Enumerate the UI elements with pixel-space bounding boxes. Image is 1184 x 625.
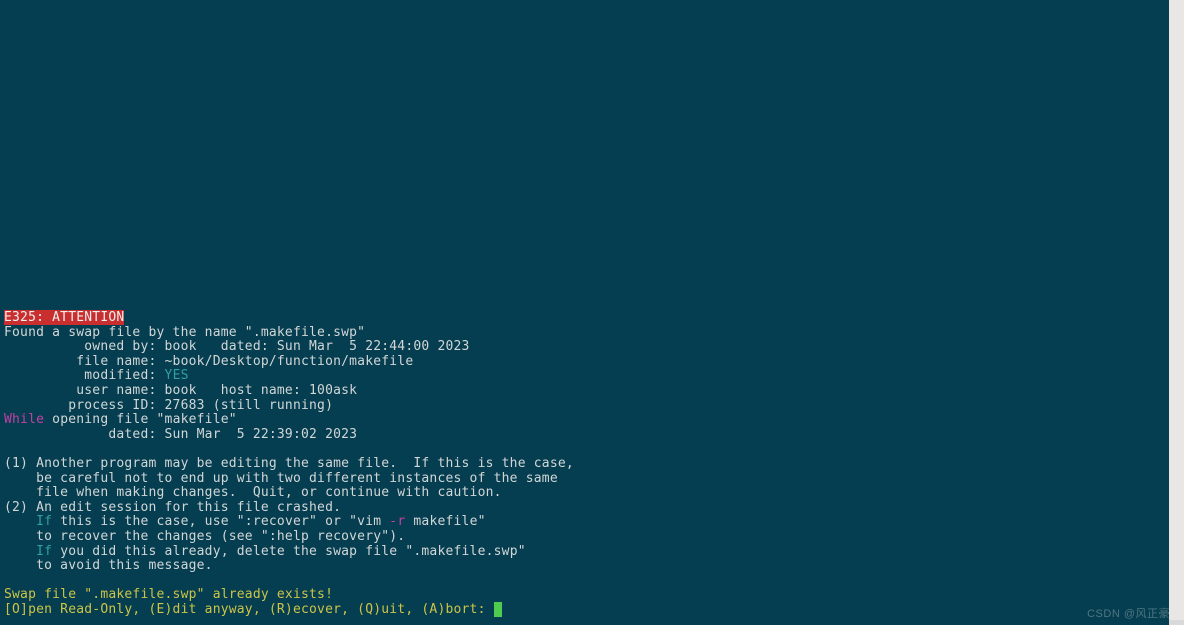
advice-2-indent xyxy=(4,514,36,529)
terminal-cursor xyxy=(494,602,502,617)
scrollbar-thumb[interactable] xyxy=(1169,0,1184,620)
terminal[interactable]: E325: ATTENTION Found a swap file by the… xyxy=(0,0,1169,625)
advice-2-line-4a: you did this already, delete the swap fi… xyxy=(52,544,526,559)
vim-swap-warning: E325: ATTENTION Found a swap file by the… xyxy=(4,311,574,617)
attention-header: E325: ATTENTION xyxy=(4,310,124,325)
advice-1-line-3: file when making changes. Quit, or conti… xyxy=(4,485,502,500)
advice-2-line-2a: this is the case, use ":recover" or "vim xyxy=(52,514,389,529)
if-keyword-1: If xyxy=(36,514,52,529)
advice-1-line-1: (1) Another program may be editing the s… xyxy=(4,456,574,471)
modified-value: YES xyxy=(165,368,189,383)
swap-exists-line: Swap file ".makefile.swp" already exists… xyxy=(4,587,333,602)
advice-2-indent-2 xyxy=(4,544,36,559)
user-host-line: user name: book host name: 100ask xyxy=(4,383,357,398)
watermark-text: CSDN @风正豪 xyxy=(1087,605,1170,621)
scrollbar-track[interactable] xyxy=(1169,0,1184,620)
while-keyword: While xyxy=(4,412,44,427)
screen: E325: ATTENTION Found a swap file by the… xyxy=(0,0,1184,625)
while-rest: opening file "makefile" xyxy=(44,412,237,427)
found-swap-line: Found a swap file by the name ".makefile… xyxy=(4,325,365,340)
advice-1-line-2: be careful not to end up with two differ… xyxy=(4,471,558,486)
dated-line: dated: Sun Mar 5 22:39:02 2023 xyxy=(4,427,357,442)
advice-2-line-2b: makefile" xyxy=(405,514,485,529)
owned-by-line: owned by: book dated: Sun Mar 5 22:44:00… xyxy=(4,339,470,354)
vim-r-flag: -r xyxy=(389,514,405,529)
action-prompt[interactable]: [O]pen Read-Only, (E)dit anyway, (R)ecov… xyxy=(4,602,494,617)
if-keyword-2: If xyxy=(36,544,52,559)
advice-2-line-1: (2) An edit session for this file crashe… xyxy=(4,500,341,515)
advice-2-line-5: to avoid this message. xyxy=(4,558,213,573)
process-id-line: process ID: 27683 (still running) xyxy=(4,398,333,413)
scrollbar-corner xyxy=(1169,620,1184,625)
modified-label: modified: xyxy=(4,368,165,383)
file-name-line: file name: ~book/Desktop/function/makefi… xyxy=(4,354,413,369)
advice-2-line-3: to recover the changes (see ":help recov… xyxy=(4,529,405,544)
